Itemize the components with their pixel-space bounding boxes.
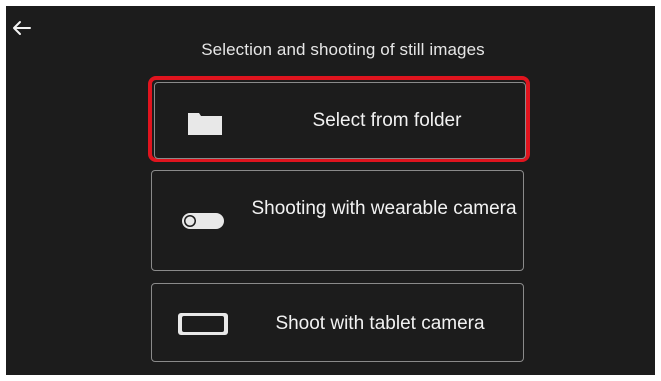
- tablet-icon: [178, 313, 228, 335]
- wearable-camera-label: Shooting with wearable camera: [251, 198, 517, 219]
- folder-icon: [188, 113, 222, 135]
- page-title: Selection and shooting of still images: [201, 40, 485, 59]
- screen: Selection and shooting of still images S…: [6, 6, 655, 375]
- select-from-folder-button[interactable]: Select from folder: [154, 82, 526, 159]
- tablet-camera-button[interactable]: Shoot with tablet camera: [151, 283, 524, 362]
- tablet-camera-label: Shoot with tablet camera: [275, 313, 485, 334]
- select-from-folder-label: Select from folder: [312, 110, 462, 131]
- wearable-camera-icon: [182, 213, 224, 229]
- wearable-camera-button[interactable]: Shooting with wearable camera: [151, 170, 524, 271]
